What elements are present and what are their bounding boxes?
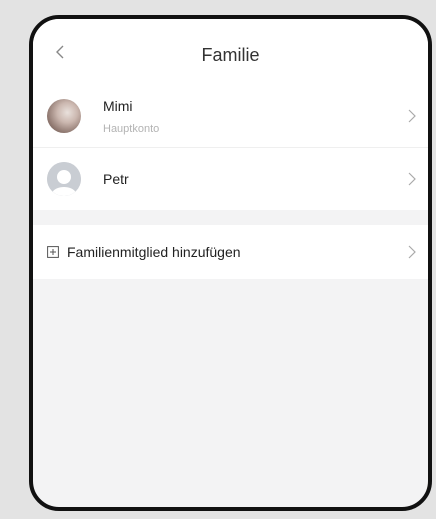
member-name: Mimi [103,98,133,114]
member-row-mimi[interactable]: Mimi Hauptkonto [33,85,428,147]
member-row-petr[interactable]: Petr [33,147,428,210]
avatar [47,99,81,133]
chevron-right-icon [408,172,416,186]
add-member-label: Familienmitglied hinzufügen [67,244,241,260]
default-avatar-icon [47,162,81,196]
page-title: Familie [201,45,260,65]
chevron-right-icon [408,109,416,123]
chevron-right-icon [408,245,416,259]
plus-box-icon [47,246,59,258]
phone-frame: Familie Mimi Hauptkonto Petr Familienmit… [29,15,432,511]
avatar [47,162,81,196]
member-list: Mimi Hauptkonto Petr [33,85,428,210]
screen: Familie Mimi Hauptkonto Petr Familienmit… [33,19,428,507]
add-family-member-button[interactable]: Familienmitglied hinzufügen [33,225,428,279]
member-role: Hauptkonto [103,123,160,135]
section-divider [33,210,428,225]
member-name: Petr [103,171,129,187]
header: Familie [33,19,428,85]
